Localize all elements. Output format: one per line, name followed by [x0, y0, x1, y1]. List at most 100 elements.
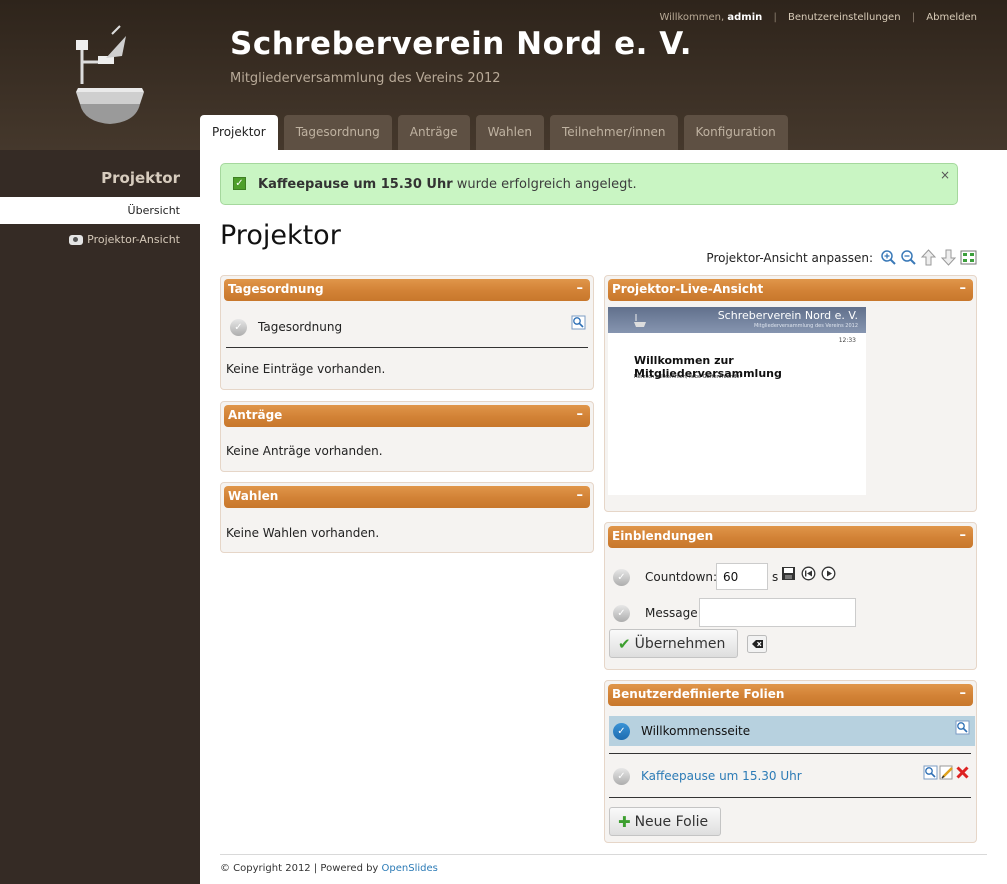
motions-panel: Anträge – Keine Anträge vorhanden.: [220, 401, 594, 472]
divider: [609, 797, 971, 798]
agenda-item-label: Tagesordnung: [258, 320, 343, 334]
arrow-up-icon[interactable]: [920, 249, 937, 266]
welcome-text: Willkommen,: [659, 12, 725, 23]
divider: [226, 347, 588, 348]
tab-elections[interactable]: Wahlen: [475, 115, 544, 150]
preview-icon[interactable]: [955, 720, 970, 735]
zoom-in-icon[interactable]: [880, 249, 897, 266]
plus-icon: ✚: [618, 812, 631, 831]
checkbox-checked-icon: ✓: [233, 177, 246, 190]
live-preview[interactable]: Schreberverein Nord e. V. Mitgliedervers…: [608, 307, 866, 495]
empty-message: Keine Anträge vorhanden.: [226, 444, 383, 458]
collapse-icon[interactable]: –: [577, 486, 584, 506]
fit-screen-icon[interactable]: [960, 249, 977, 266]
apply-button[interactable]: ✔ Übernehmen: [609, 629, 739, 658]
sidebar-item-overview[interactable]: Übersicht: [0, 197, 200, 224]
separator: |: [911, 12, 916, 23]
radio-off-icon[interactable]: ✓: [613, 768, 630, 785]
close-icon[interactable]: ×: [940, 168, 950, 182]
notice-message: Kaffeepause um 15.30 Uhr wurde erfolgrei…: [258, 177, 637, 192]
tab-projector[interactable]: Projektor: [200, 115, 278, 150]
collapse-icon[interactable]: –: [577, 279, 584, 299]
apply-button-label: Übernehmen: [634, 635, 726, 652]
panel-title: Einblendungen: [612, 529, 714, 543]
collapse-icon[interactable]: –: [960, 684, 967, 704]
live-view-panel-header: Projektor-Live-Ansicht –: [608, 279, 973, 301]
sidebar: Projektor Übersicht Projektor-Ansicht: [0, 150, 200, 884]
countdown-input[interactable]: [716, 563, 768, 590]
slide-row-active[interactable]: ✓ Willkommensseite: [609, 716, 975, 746]
countdown-unit: s: [772, 570, 779, 584]
empty-message: Keine Einträge vorhanden.: [226, 362, 386, 376]
preview-icon[interactable]: [923, 765, 938, 780]
panel-title: Wahlen: [228, 489, 279, 503]
new-slide-button-label: Neue Folie: [634, 813, 709, 830]
save-icon[interactable]: [781, 566, 796, 581]
preview-subtitle: Mitgliederversammlung des Vereins 2012: [753, 323, 858, 329]
tab-agenda[interactable]: Tagesordnung: [283, 115, 392, 150]
tab-participants[interactable]: Teilnehmer/innen: [549, 115, 678, 150]
sidebar-item-projector-view[interactable]: Projektor-Ansicht: [69, 233, 180, 246]
arrow-down-icon[interactable]: [940, 249, 957, 266]
sidebar-title: Projektor: [101, 169, 180, 187]
radio-off-icon[interactable]: ✓: [613, 569, 630, 586]
preview-header: Schreberverein Nord e. V. Mitgliedervers…: [608, 307, 866, 333]
preview-text: Herzlich willkommen, liebe Gartenfreunde…: [634, 374, 742, 380]
zoom-out-icon[interactable]: [900, 249, 917, 266]
motions-panel-header: Anträge –: [224, 405, 590, 427]
collapse-icon[interactable]: –: [960, 526, 967, 546]
success-notice: ✓ Kaffeepause um 15.30 Uhr wurde erfolgr…: [220, 163, 958, 205]
projector-logo-icon: [76, 25, 144, 124]
new-slide-button[interactable]: ✚ Neue Folie: [609, 807, 722, 836]
agenda-panel-header: Tagesordnung –: [224, 279, 590, 301]
slide-link[interactable]: Kaffeepause um 15.30 Uhr: [641, 769, 802, 783]
header: Schreberverein Nord e. V. Mitgliedervers…: [0, 0, 1007, 150]
panel-title: Tagesordnung: [228, 282, 324, 296]
live-view-panel: Projektor-Live-Ansicht – Schreberverein …: [604, 275, 977, 512]
notice-item-name: Kaffeepause um 15.30 Uhr: [258, 177, 453, 192]
elections-panel-header: Wahlen –: [224, 486, 590, 508]
radio-off-icon[interactable]: ✓: [613, 605, 630, 622]
overlays-panel: Einblendungen – ✓ Countdown: s ✓ Message…: [604, 522, 977, 670]
delete-icon[interactable]: [955, 765, 970, 780]
projector-view-icon: [69, 234, 84, 245]
user-bar: Willkommen, admin | Benutzereinstellunge…: [659, 12, 977, 23]
projector-logo-icon: [634, 314, 646, 327]
tab-motions[interactable]: Anträge: [397, 115, 470, 150]
reset-icon[interactable]: [801, 566, 816, 581]
custom-slides-panel: Benutzerdefinierte Folien – ✓ Willkommen…: [604, 680, 977, 843]
separator: |: [773, 12, 777, 23]
preview-title: Schreberverein Nord e. V.: [717, 309, 858, 322]
radio-on-icon[interactable]: ✓: [613, 723, 630, 740]
clear-message-icon[interactable]: [747, 635, 767, 653]
message-input[interactable]: [699, 598, 856, 627]
message-label: Message:: [645, 606, 702, 620]
projector-adjust-bar: Projektor-Ansicht anpassen:: [706, 249, 977, 266]
slide-title: Willkommensseite: [641, 724, 751, 738]
preview-icon[interactable]: [571, 315, 586, 330]
collapse-icon[interactable]: –: [577, 405, 584, 425]
user-settings-link[interactable]: Benutzereinstellungen: [788, 12, 901, 23]
main-tabs: Projektor Tagesordnung Anträge Wahlen Te…: [200, 115, 794, 150]
copyright-text: © Copyright 2012 | Powered by: [220, 863, 379, 874]
panel-title: Projektor-Live-Ansicht: [612, 282, 764, 296]
sidebar-item-label: Projektor-Ansicht: [87, 233, 180, 246]
play-icon[interactable]: [821, 566, 836, 581]
footer: © Copyright 2012 | Powered by OpenSlides: [220, 854, 987, 874]
site-subtitle: Mitgliederversammlung des Vereins 2012: [230, 71, 501, 86]
panel-title: Benutzerdefinierte Folien: [612, 687, 785, 701]
custom-slides-panel-header: Benutzerdefinierte Folien –: [608, 684, 973, 706]
adjust-label: Projektor-Ansicht anpassen:: [706, 250, 873, 265]
openslides-link[interactable]: OpenSlides: [382, 863, 438, 874]
radio-off-icon[interactable]: ✓: [230, 319, 247, 336]
username: admin: [727, 12, 763, 23]
collapse-icon[interactable]: –: [960, 279, 967, 299]
tab-configuration[interactable]: Konfiguration: [683, 115, 788, 150]
notice-text: wurde erfolgreich angelegt.: [452, 177, 637, 192]
logout-link[interactable]: Abmelden: [926, 12, 977, 23]
countdown-label: Countdown:: [645, 570, 718, 584]
page-title: Projektor: [220, 220, 341, 251]
preview-clock: 12:33: [838, 337, 856, 344]
edit-icon[interactable]: [939, 765, 954, 780]
checkmark-icon: ✔: [618, 634, 631, 653]
